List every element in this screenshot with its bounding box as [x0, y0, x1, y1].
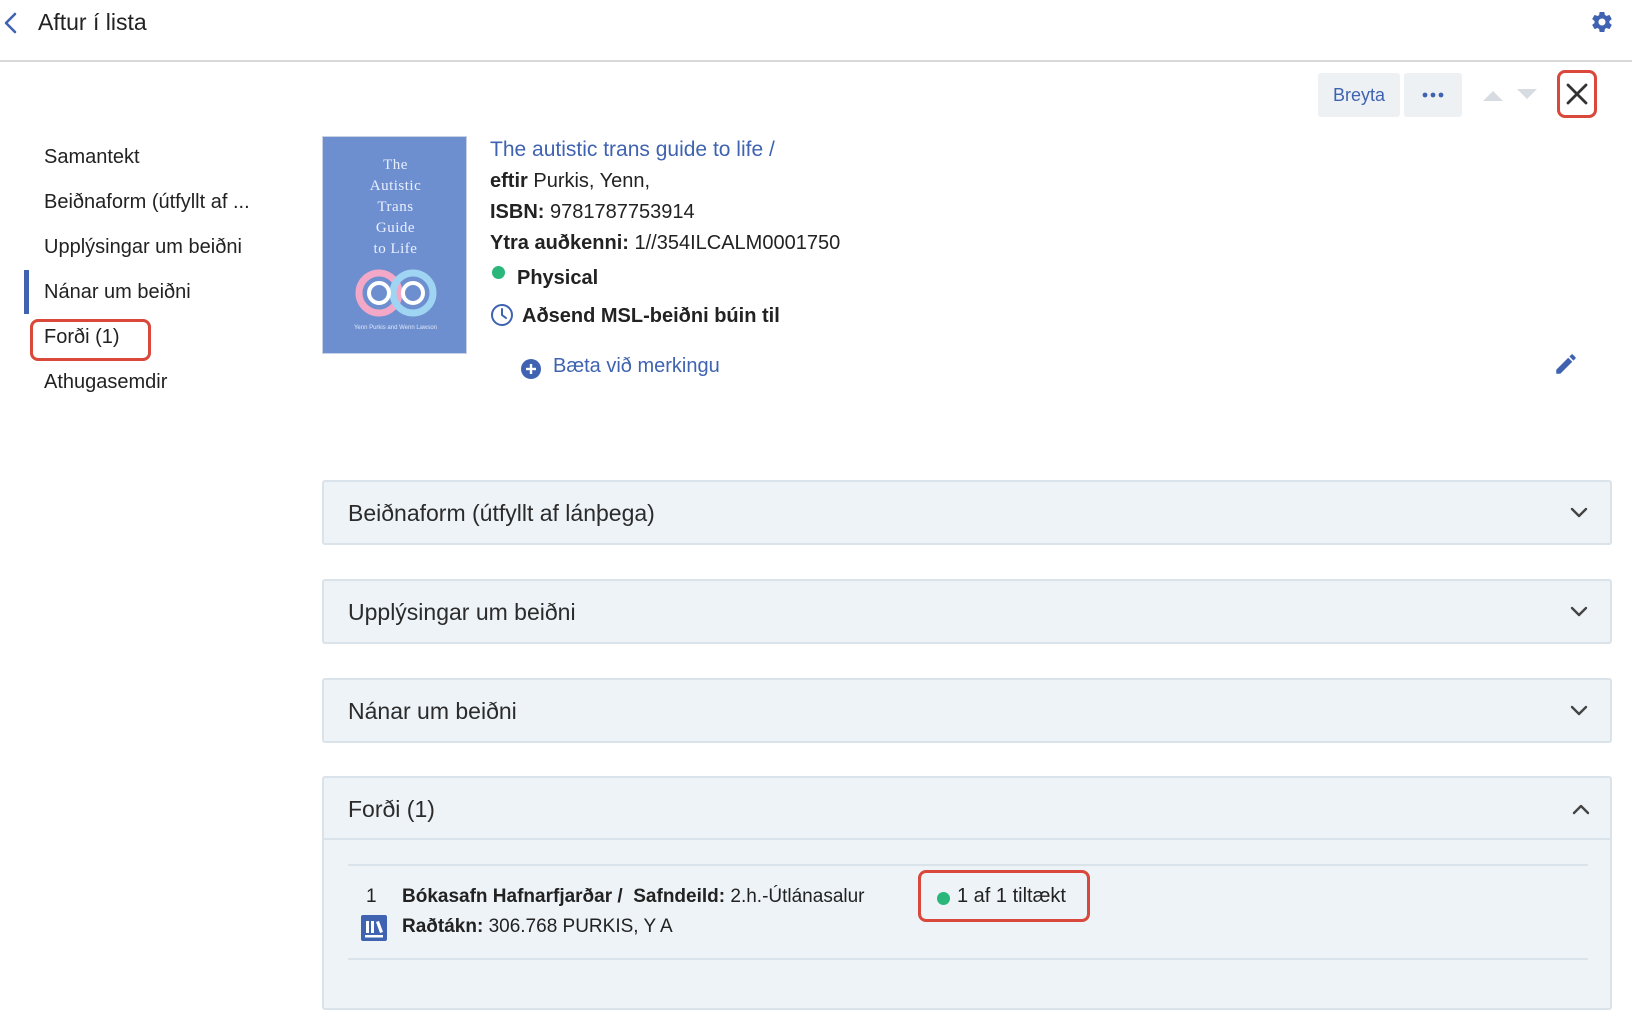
close-icon [1566, 83, 1588, 105]
holding-location-line: Bókasafn Hafnarfjarðar / Safndeild: 2.h.… [402, 886, 865, 907]
top-bar: Aftur í lista [0, 0, 1632, 62]
back-to-list-link[interactable]: Aftur í lista [38, 9, 147, 36]
section-request-form[interactable]: Beiðnaform (útfyllt af lánþega) [322, 480, 1612, 545]
edit-button[interactable]: Breyta [1318, 73, 1400, 117]
format-status-dot [492, 266, 505, 279]
section-holdings-header[interactable]: Forði (1) [324, 778, 1610, 840]
add-circle-icon[interactable] [520, 358, 542, 380]
isbn-line: ISBN: 9781787753914 [490, 201, 695, 223]
section-title: Forði (1) [348, 796, 435, 822]
more-icon [1422, 92, 1444, 98]
available-status-dot [937, 892, 950, 905]
pencil-icon[interactable] [1553, 351, 1579, 377]
request-status: Aðsend MSL-beiðni búin til [522, 305, 780, 327]
section-title: Nánar um beiðni [348, 698, 517, 724]
library-holding-icon [361, 915, 387, 941]
nav-item-summary[interactable]: Samantekt [44, 146, 140, 169]
chevron-up-icon [1572, 804, 1590, 815]
infinity-symbol-icon [355, 269, 437, 317]
nav-active-indicator [24, 270, 29, 314]
divider [348, 958, 1588, 960]
section-holdings: Forði (1) 1 Bókasafn Hafnarfjarðar / Saf… [322, 776, 1612, 1010]
back-chevron-icon[interactable] [2, 10, 20, 36]
divider [348, 864, 1588, 866]
holding-index: 1 [366, 886, 377, 907]
record-title-link[interactable]: The autistic trans guide to life / [490, 138, 775, 162]
close-button[interactable] [1557, 70, 1597, 118]
next-record-icon[interactable] [1516, 88, 1538, 102]
nav-item-notes[interactable]: Athugasemdir [44, 371, 167, 394]
clock-icon [491, 304, 513, 326]
add-tag-link[interactable]: Bæta við merkingu [553, 355, 720, 378]
availability-label: 1 af 1 tiltækt [957, 885, 1066, 907]
chevron-down-icon [1570, 705, 1588, 716]
nav-item-request-details[interactable]: Nánar um beiðni [44, 281, 191, 304]
book-cover: The Autistic Trans Guide to Life Yenn Pu… [322, 136, 467, 354]
chevron-down-icon [1570, 606, 1588, 617]
availability-badge[interactable]: 1 af 1 tiltækt [918, 870, 1090, 922]
section-title: Beiðnaform (útfyllt af lánþega) [348, 500, 655, 526]
holding-call-number-line: Raðtákn: 306.768 PURKIS, Y A [402, 916, 673, 937]
cover-authors: Yenn Purkis and Wenn Lawson [353, 325, 438, 331]
external-id-line: Ytra auðkenni: 1//354ILCALM0001750 [490, 232, 841, 254]
section-title: Upplýsingar um beiðni [348, 599, 576, 625]
more-actions-button[interactable] [1404, 73, 1462, 117]
nav-item-holdings[interactable]: Forði (1) [44, 326, 120, 349]
section-request-info[interactable]: Upplýsingar um beiðni [322, 579, 1612, 644]
previous-record-icon[interactable] [1482, 88, 1504, 102]
nav-item-request-info[interactable]: Upplýsingar um beiðni [44, 236, 242, 259]
cover-title: The Autistic Trans Guide to Life [369, 157, 422, 257]
section-request-details[interactable]: Nánar um beiðni [322, 678, 1612, 743]
gear-icon[interactable] [1590, 10, 1614, 34]
format-label: Physical [517, 267, 599, 289]
nav-item-request-form[interactable]: Beiðnaform (útfyllt af ... [44, 191, 250, 214]
chevron-down-icon [1570, 507, 1588, 518]
author-line: eftir Purkis, Yenn, [490, 170, 651, 192]
